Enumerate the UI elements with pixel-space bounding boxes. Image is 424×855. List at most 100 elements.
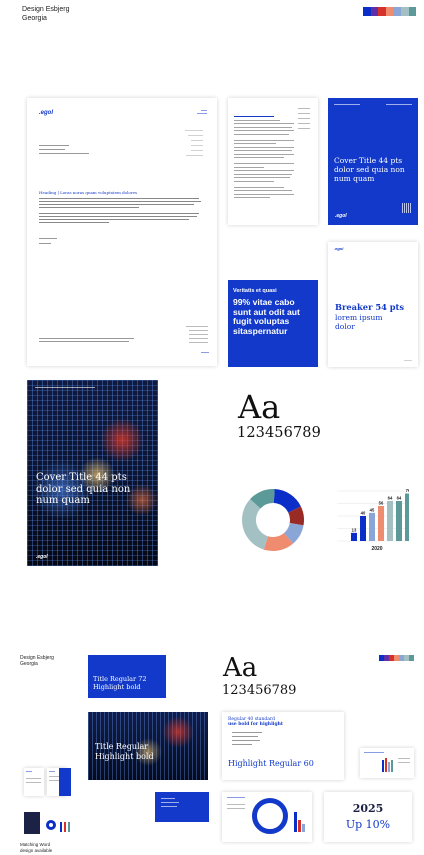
brand-font: Georgia <box>22 15 47 22</box>
donut-slide-donut-icon <box>252 798 288 834</box>
text-line <box>234 166 264 168</box>
type-specimen-digits: 123456789 <box>237 425 321 441</box>
text-document-page <box>228 98 318 225</box>
text-line <box>234 119 280 121</box>
regular-slide-highlight: Highlight Regular 60 <box>228 759 314 768</box>
title-slide-title: Title Regular 72 <box>93 675 147 683</box>
stat-value: Up 10% <box>345 818 391 831</box>
quote-text: 99% vitae cabo sunt aut odit aut fugit v… <box>233 297 300 336</box>
blue-cover-subtitle: dolor sed quia non num quam <box>334 165 405 183</box>
text-line <box>234 153 294 155</box>
text-line <box>234 193 294 195</box>
bar-value-label: 64 <box>388 496 393 501</box>
text-line <box>234 139 294 141</box>
letterhead-page: .egol Heading | Loras noras quam volupta… <box>27 98 217 366</box>
swatch-3 <box>385 7 394 16</box>
swatch-6 <box>409 655 414 661</box>
text-line <box>234 180 274 182</box>
bar-chart: 13 40 45 56 64 64 76 2020 <box>337 488 409 552</box>
color-palette <box>363 7 417 16</box>
title-slide-sub: Highlight bold <box>93 683 141 691</box>
text-line <box>234 123 294 124</box>
letterhead-heading: Heading | Loras noras quam voluptatem do… <box>39 190 138 195</box>
text-line <box>234 143 276 144</box>
breaker-title: Breaker 54 pts <box>335 302 405 312</box>
word-thumb-4 <box>24 812 40 834</box>
word-caption: Matching Word design available <box>20 842 52 853</box>
blue-text-slide-thumb <box>155 792 209 822</box>
breaker-slide: .egol Breaker 54 pts lorem ipsum dolor <box>328 242 418 367</box>
letterhead-logo: .egol <box>39 110 54 116</box>
blue-cover-page: Cover Title 44 pts dolor sed quia non nu… <box>328 98 418 225</box>
type-specimen-glyphs: Aa <box>238 388 281 426</box>
bar-value-label: 13 <box>352 527 357 532</box>
bar-value-label: 40 <box>361 511 366 516</box>
bar-1 <box>351 532 357 541</box>
regular-slide-thumb: Regular 40 standard use bold for highlig… <box>222 712 344 780</box>
word-thumb-donut-icon <box>46 820 56 830</box>
letterhead-body <box>39 198 204 238</box>
donut-slide-thumb <box>222 792 312 842</box>
stat-slide-thumb: 2025 Up 10% <box>324 792 412 842</box>
blue-cover-logo: .egol <box>335 213 347 219</box>
stat-year: 2025 <box>352 802 384 815</box>
word-thumb-1 <box>24 768 44 796</box>
text-line <box>234 150 292 151</box>
photo-slide-thumb: Title Regular Highlight bold <box>88 712 208 780</box>
footer-glyphs: Aa <box>223 653 258 683</box>
letterhead-contact <box>197 110 207 115</box>
bar-value-label: 56 <box>379 501 384 506</box>
footer-brand: Design Esbjerg Georgia <box>20 655 54 667</box>
photo-cover-page: Cover Title 44 pts dolor sed quia non nu… <box>27 380 158 566</box>
swatch-6 <box>408 7 417 16</box>
text-line <box>234 190 292 191</box>
swatch-5 <box>400 7 409 16</box>
text-line <box>234 163 294 164</box>
title-slide-thumb: Title Regular 72 Highlight bold <box>88 655 166 698</box>
text-line <box>234 173 292 175</box>
breaker-subtitle: lorem ipsum dolor <box>335 313 383 331</box>
mini-chart-thumb <box>360 748 414 778</box>
bar-4 <box>378 506 384 541</box>
donut-slice-4 <box>242 499 268 550</box>
bar-value-label: 76 <box>406 488 409 493</box>
text-line <box>234 126 292 128</box>
donut-chart <box>242 489 304 551</box>
text-line <box>234 186 284 188</box>
text-line <box>234 177 290 178</box>
swatch-2 <box>378 7 386 16</box>
brand-name: Design Esbjerg <box>22 6 70 13</box>
word-caption-line1: Matching Word <box>20 842 51 847</box>
footer-digits: 123456789 <box>222 683 297 698</box>
footer-color-palette <box>379 655 414 661</box>
photo-cover-title: Cover Title 44 pts dolor sed quia non nu… <box>36 472 131 506</box>
bar-3 <box>369 512 375 541</box>
blue-cover-qr-icon <box>402 203 412 213</box>
swatch-4 <box>393 7 401 16</box>
swatch-0 <box>363 7 371 16</box>
text-line <box>234 197 270 198</box>
bar-7 <box>405 493 409 541</box>
text-line <box>234 170 294 171</box>
photo-cover-logo: .egol <box>36 554 48 560</box>
swatch-1 <box>370 7 379 16</box>
breaker-logo: .egol <box>334 246 344 251</box>
text-line <box>234 146 294 148</box>
text-document-contact <box>298 108 312 148</box>
bar-value-label: 45 <box>370 507 375 512</box>
text-line <box>234 133 289 135</box>
blue-cover-title: Cover Title 44 pts <box>334 156 403 165</box>
quote-kicker: Veritatis et quasi <box>233 288 277 294</box>
bar-5 <box>387 501 393 541</box>
word-thumb-bars-icon <box>60 822 70 832</box>
brand-header: Design Esbjerg Georgia <box>22 5 69 23</box>
bar-2 <box>360 516 366 541</box>
text-line <box>234 116 274 117</box>
quote-slide: Veritatis et quasi 99% vitae cabo sunt a… <box>228 280 318 367</box>
word-thumb-3 <box>59 768 71 796</box>
x-axis-label: 2020 <box>371 546 382 552</box>
photo-slide-sub: Highlight bold <box>95 752 154 761</box>
bar-6 <box>396 501 402 541</box>
text-line <box>234 130 294 131</box>
photo-slide-title: Title Regular <box>95 742 149 751</box>
